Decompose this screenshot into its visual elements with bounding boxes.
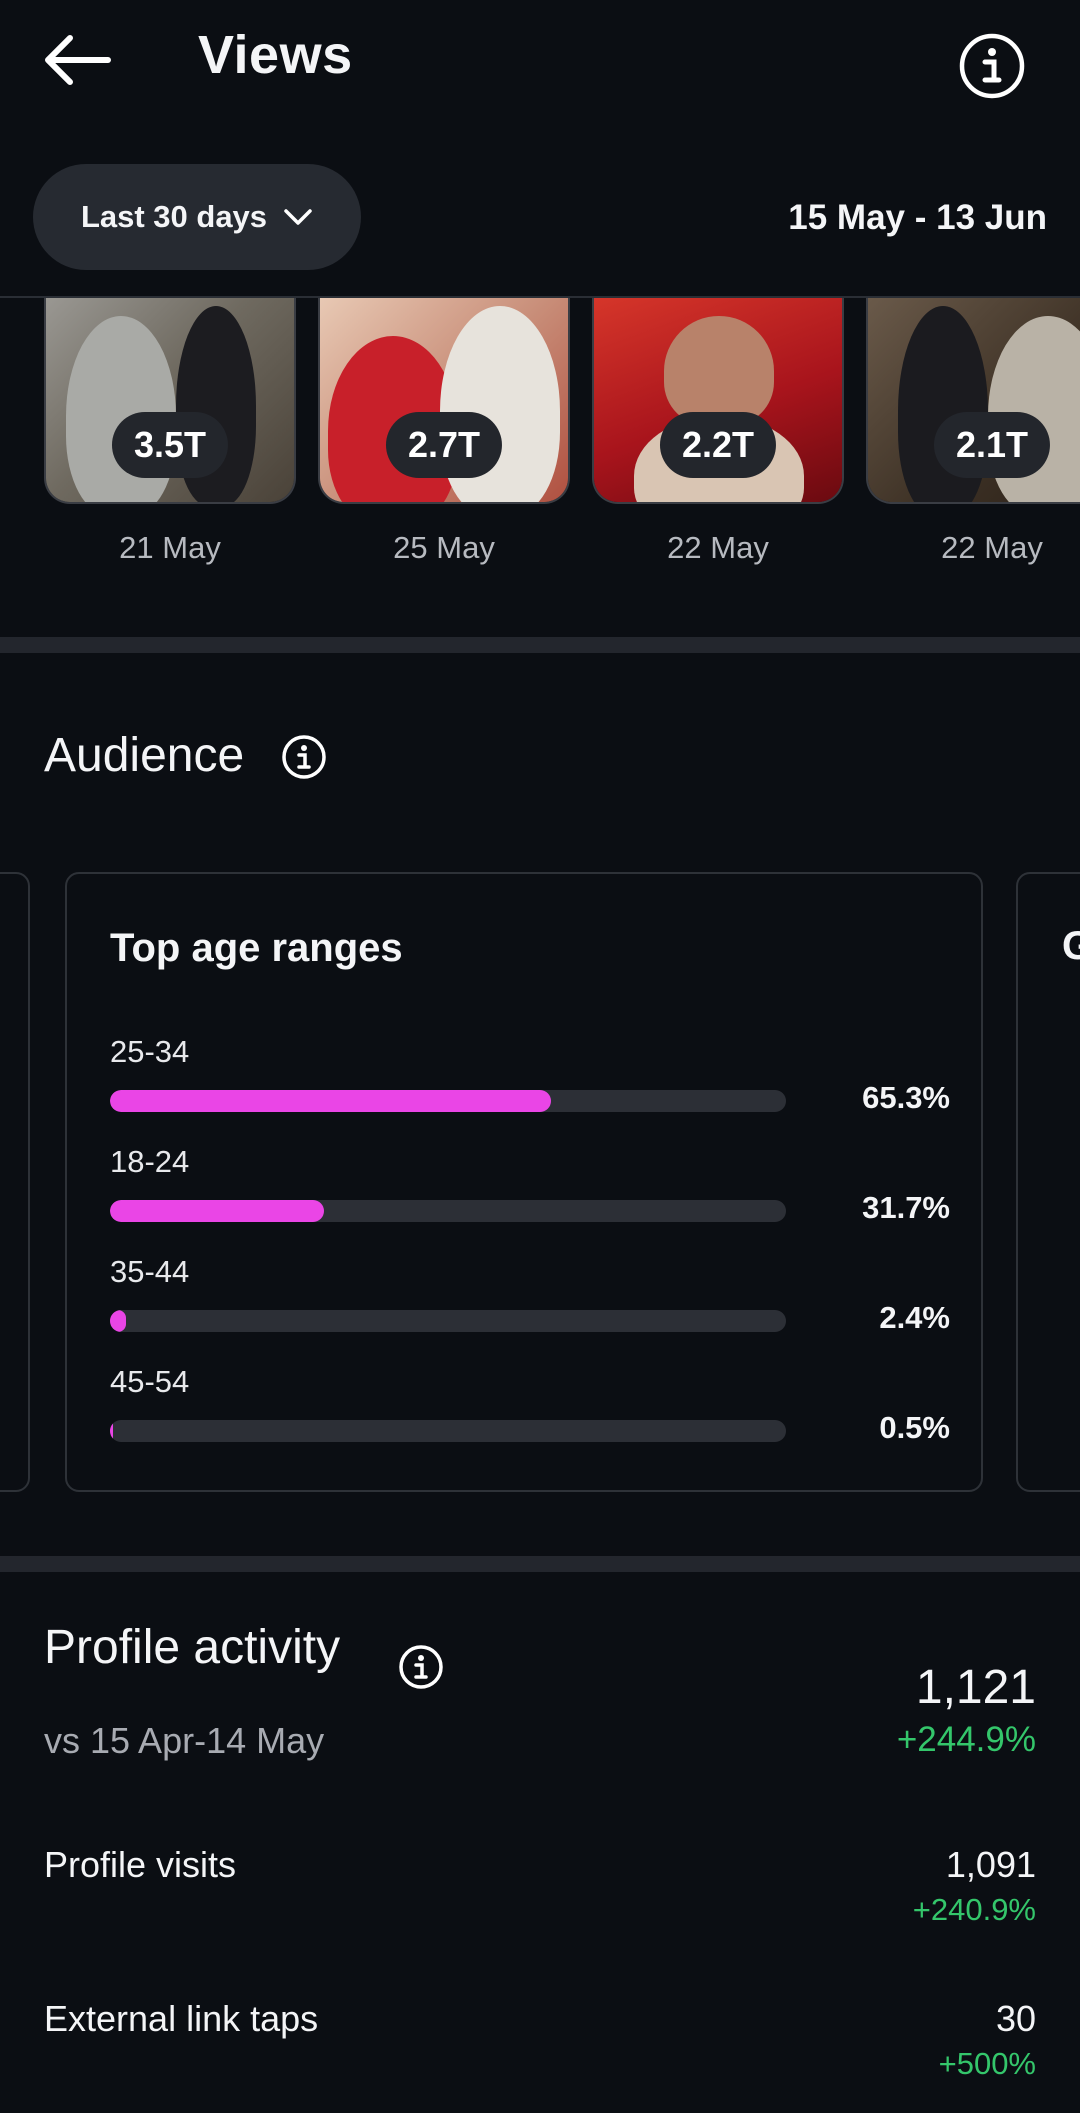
- comparison-period: vs 15 Apr-14 May: [44, 1720, 325, 1761]
- age-label: 45-54: [110, 1364, 190, 1399]
- age-bar-track: [110, 1420, 786, 1442]
- insights-page: Views Last 30 days 15 May - 13 Jun 3.5T …: [0, 0, 1080, 2113]
- period-dropdown[interactable]: Last 30 days: [33, 164, 361, 270]
- age-bar-fill: [110, 1420, 114, 1442]
- audience-info-button[interactable]: [281, 734, 327, 780]
- top-bar: Views: [0, 0, 1080, 120]
- age-percent: 31.7%: [862, 1190, 950, 1225]
- age-range-row: 45-54 0.5%: [110, 1364, 950, 1464]
- top-posts-strip[interactable]: 3.5T 21 May 2.7T 25 May 2.2T 22 May 2.1T…: [0, 298, 1080, 588]
- page-title: Views: [198, 25, 353, 85]
- post-thumbnail[interactable]: 3.5T: [44, 298, 296, 504]
- period-label: Last 30 days: [80, 199, 268, 234]
- views-count: 3.5T: [111, 412, 229, 478]
- views-count: 2.1T: [933, 412, 1051, 478]
- section-divider: [0, 1556, 1080, 1572]
- age-label: 35-44: [110, 1254, 190, 1289]
- info-icon: [282, 735, 326, 779]
- card-title: Top age ranges: [110, 926, 403, 970]
- info-button[interactable]: [958, 32, 1026, 100]
- info-icon: [399, 1645, 443, 1689]
- views-count: 2.7T: [385, 412, 503, 478]
- date-range: 15 May - 13 Jun: [788, 198, 1047, 237]
- profile-activity-total: 1,121: [915, 1661, 1036, 1714]
- post-date: 22 May: [941, 530, 1043, 565]
- age-range-row: 35-44 2.4%: [110, 1254, 950, 1354]
- age-range-row: 18-24 31.7%: [110, 1144, 950, 1244]
- metric-change-external-link-taps: +500%: [938, 2046, 1036, 2081]
- profile-activity-info-button[interactable]: [398, 1644, 444, 1690]
- section-divider: [0, 637, 1080, 653]
- age-percent: 0.5%: [879, 1410, 950, 1445]
- profile-activity-change: +244.9%: [896, 1720, 1036, 1759]
- metric-change-profile-visits: +240.9%: [912, 1892, 1036, 1927]
- age-bar-track: [110, 1310, 786, 1332]
- age-bar-fill: [110, 1310, 127, 1332]
- age-bar-fill: [110, 1200, 325, 1222]
- age-percent: 65.3%: [862, 1080, 950, 1115]
- age-bar-track: [110, 1090, 786, 1112]
- next-card[interactable]: G: [1016, 872, 1080, 1492]
- profile-activity-title: Profile activity: [44, 1621, 341, 1674]
- info-icon: [959, 33, 1025, 99]
- next-card-title: G: [1062, 924, 1080, 969]
- back-button[interactable]: [40, 30, 114, 90]
- top-age-ranges-card: Top age ranges 25-34 65.3% 18-24 31.7% 3…: [65, 872, 983, 1492]
- previous-card[interactable]: [0, 872, 30, 1492]
- age-label: 18-24: [110, 1144, 190, 1179]
- audience-title: Audience: [44, 729, 245, 782]
- post-date: 25 May: [393, 530, 495, 565]
- post-thumbnail[interactable]: 2.7T: [318, 298, 570, 504]
- post-thumbnail[interactable]: 2.1T: [866, 298, 1080, 504]
- chevron-down-icon: [284, 209, 312, 225]
- metric-value-external-link-taps: 30: [995, 1998, 1036, 2039]
- post-thumbnail[interactable]: 2.2T: [592, 298, 844, 504]
- age-bar-track: [110, 1200, 786, 1222]
- metric-label-external-link-taps: External link taps: [44, 1998, 319, 2039]
- metric-value-profile-visits: 1,091: [945, 1844, 1036, 1885]
- arrow-left-icon: [45, 35, 111, 85]
- age-bar-fill: [110, 1090, 552, 1112]
- age-label: 25-34: [110, 1034, 190, 1069]
- age-percent: 2.4%: [879, 1300, 950, 1335]
- post-date: 21 May: [119, 530, 221, 565]
- age-range-row: 25-34 65.3%: [110, 1034, 950, 1134]
- views-count: 2.2T: [659, 412, 777, 478]
- metric-label-profile-visits: Profile visits: [44, 1844, 237, 1885]
- post-date: 22 May: [667, 530, 769, 565]
